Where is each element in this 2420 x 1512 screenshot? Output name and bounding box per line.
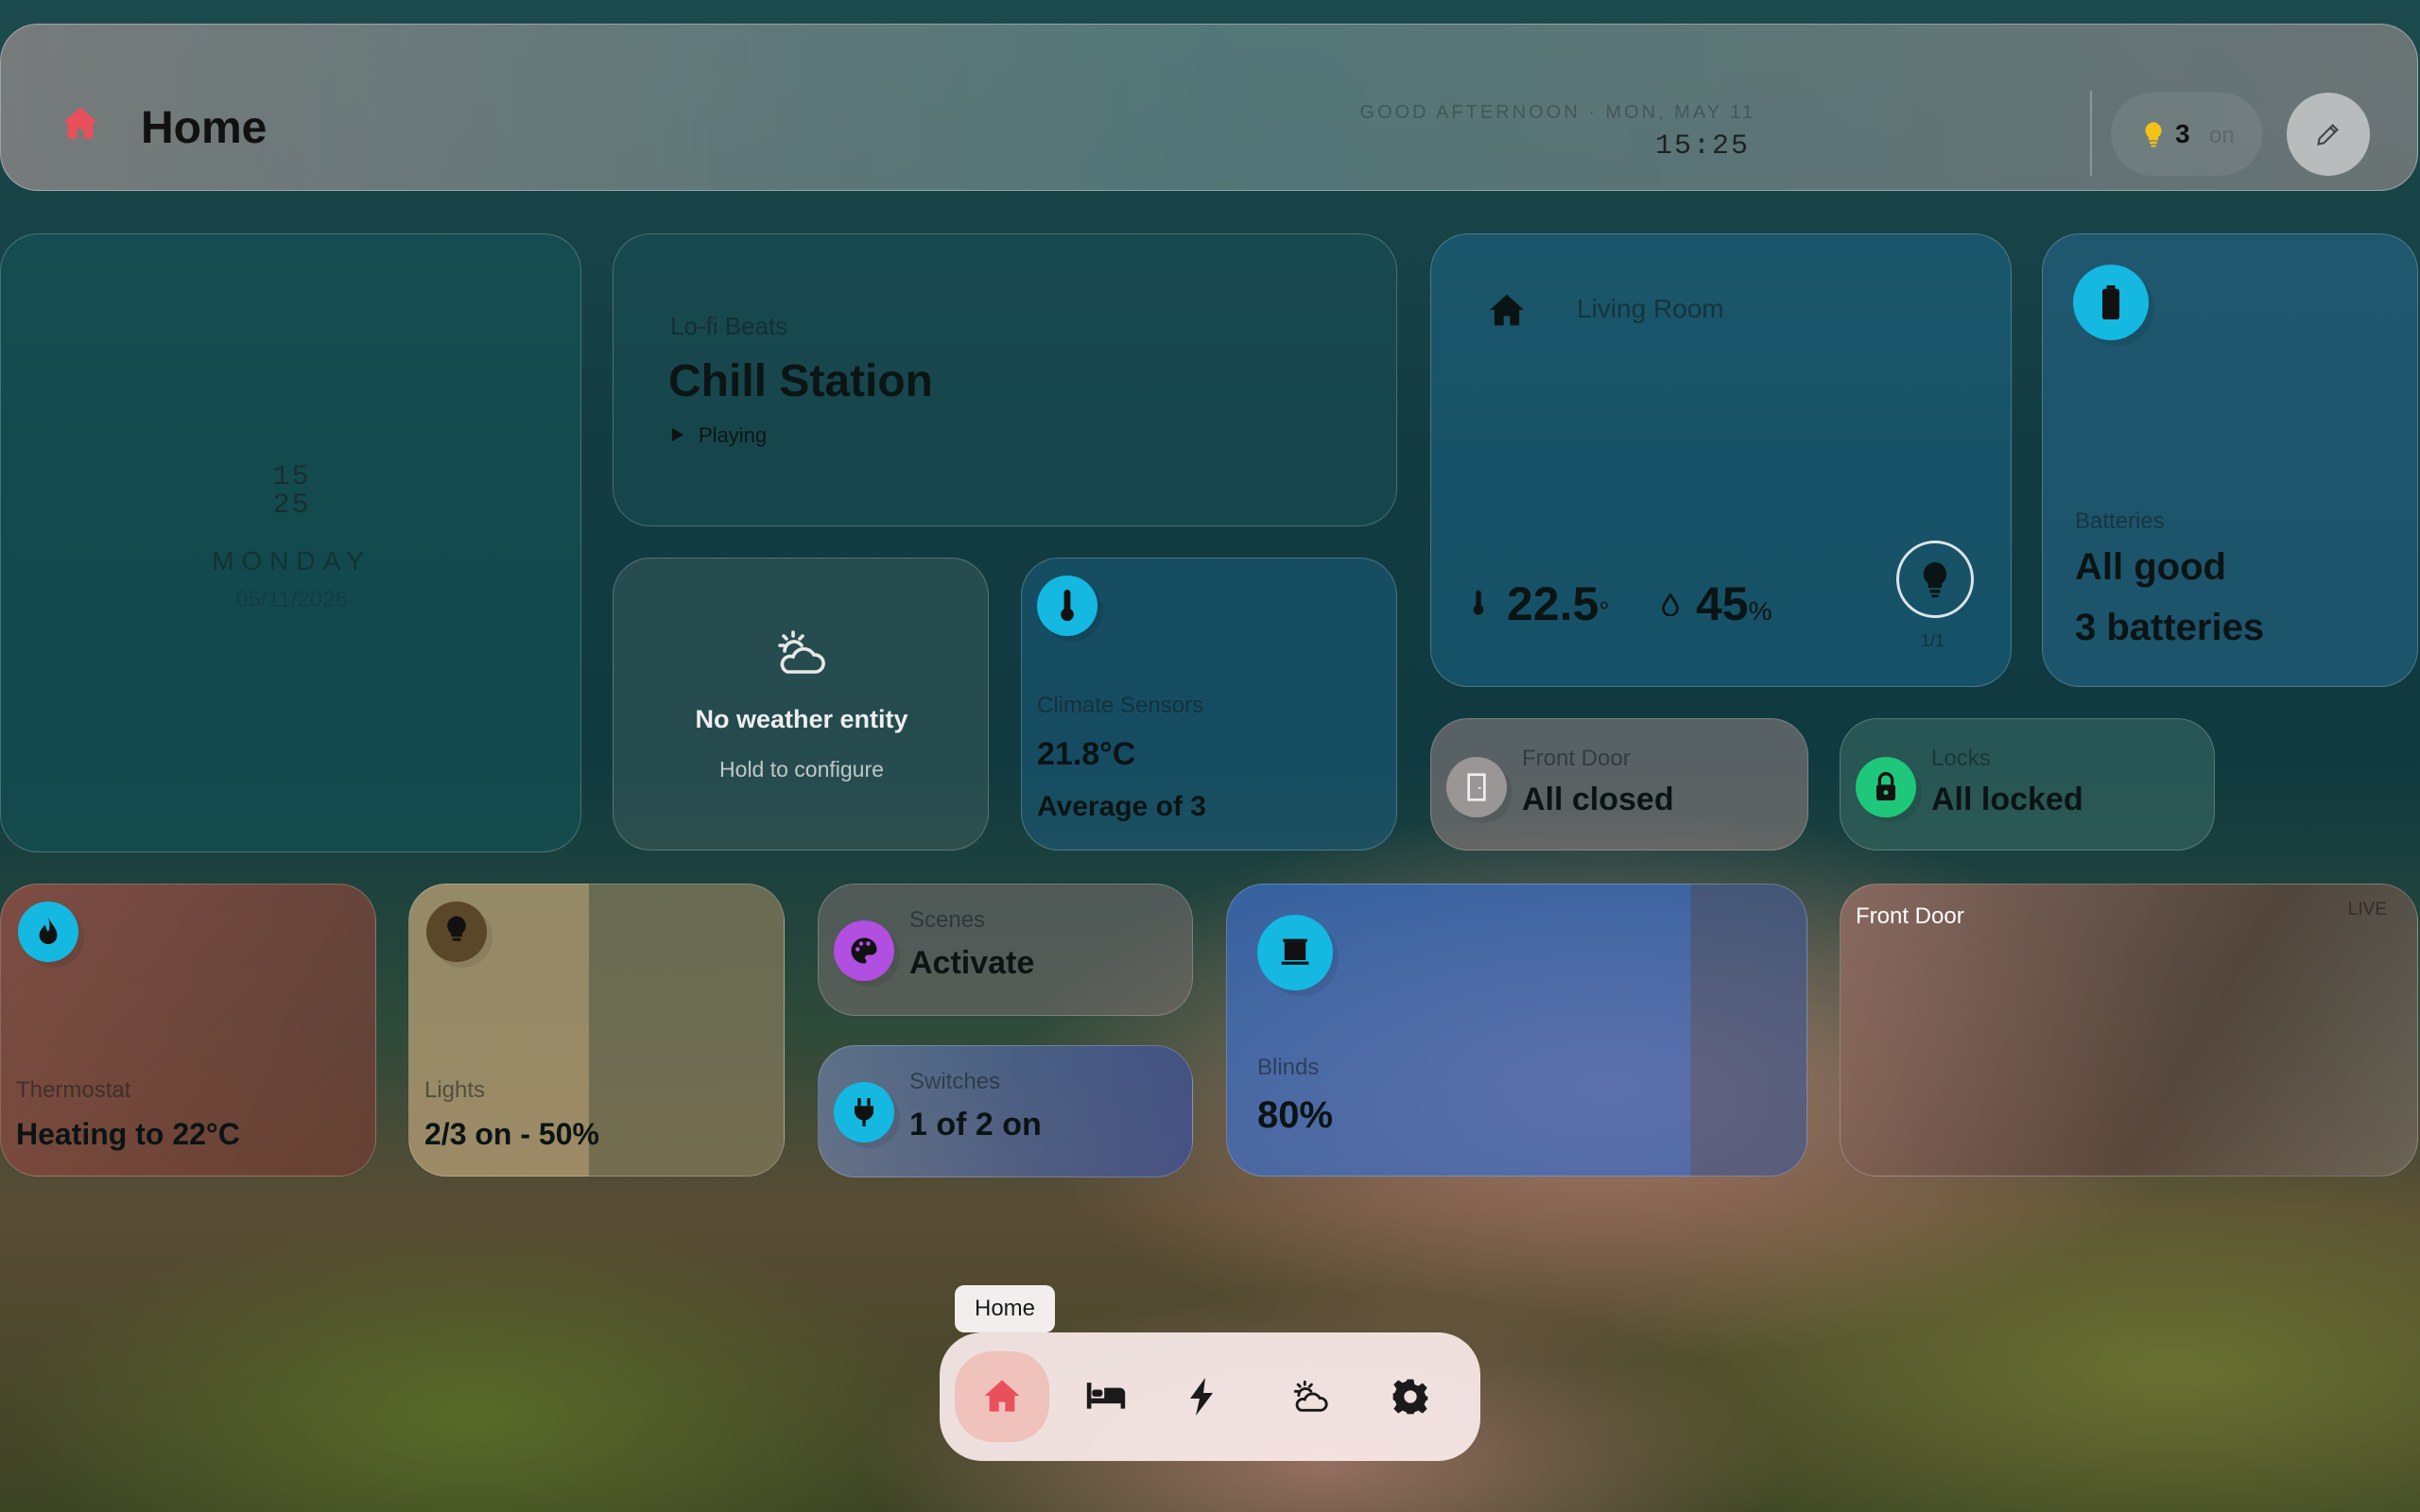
lights-value: 2/3 on - 50% <box>424 1117 599 1151</box>
door-icon <box>1446 757 1507 817</box>
blinds-card[interactable]: Blinds 80% <box>1226 884 1807 1177</box>
room-light-toggle[interactable] <box>1896 541 1974 618</box>
bulb-icon <box>426 902 487 962</box>
lights-card[interactable]: Lights 2/3 on - 50% <box>408 884 785 1177</box>
lightning-icon <box>1190 1378 1213 1416</box>
thermostat-value: Heating to 22°C <box>16 1117 240 1151</box>
climate-sensors-card[interactable]: Climate Sensors 21.8°C Average of 3 <box>1021 558 1397 850</box>
greeting-text: GOOD AFTERNOON · MON, MAY 11 <box>1359 102 1755 123</box>
gear-icon <box>1392 1379 1428 1415</box>
header-clock: 15:25 <box>1654 130 1750 163</box>
live-badge: LIVE <box>2347 900 2387 919</box>
weather-title: No weather entity <box>695 705 908 733</box>
nav-energy-button[interactable] <box>1159 1351 1253 1442</box>
palette-icon <box>834 920 894 981</box>
living-room-card[interactable]: Living Room 22.5° 45% 1/1 <box>1430 233 2012 687</box>
header-bar: Home GOOD AFTERNOON · MON, MAY 11 15:25 … <box>0 24 2418 191</box>
play-icon <box>672 428 683 441</box>
front-door-card[interactable]: Front Door All closed <box>1430 718 1808 850</box>
locks-value: All locked <box>1931 782 2083 817</box>
weather-subtitle: Hold to configure <box>719 757 884 782</box>
blinds-value: 80% <box>1257 1094 1334 1136</box>
climate-detail: Average of 3 <box>1037 791 1206 822</box>
partly-cloudy-icon <box>778 630 825 674</box>
battery-icon <box>2073 265 2149 340</box>
media-player-card[interactable]: Lo-fi Beats Chill Station Playing <box>613 233 1397 526</box>
nav-settings-button[interactable] <box>1363 1351 1458 1442</box>
page-title: Home <box>141 103 268 153</box>
media-state: Playing <box>699 423 768 447</box>
house-icon <box>1490 294 1524 326</box>
home-icon <box>984 1380 1020 1412</box>
lights-on-suffix: on <box>2209 123 2235 148</box>
bottom-nav-bar <box>940 1332 1480 1461</box>
flame-icon <box>18 902 78 962</box>
nav-home-button[interactable] <box>955 1351 1049 1442</box>
blinds-icon <box>1257 915 1333 990</box>
batteries-status: All good <box>2075 546 2226 588</box>
switches-value: 1 of 2 on <box>909 1107 1042 1143</box>
room-temperature: 22.5° <box>1507 577 1610 630</box>
bulb-icon <box>2145 122 2162 147</box>
front-door-label: Front Door <box>1522 746 1631 771</box>
lights-on-count: 3 <box>2175 119 2190 148</box>
clock-weekday: MONDAY <box>212 546 372 576</box>
nav-weather-button[interactable] <box>1261 1351 1356 1442</box>
bulb-icon <box>1923 561 1947 598</box>
humidity-icon <box>1662 593 1679 616</box>
batteries-card[interactable]: Batteries All good 3 batteries <box>2042 233 2418 687</box>
switches-card[interactable]: Switches 1 of 2 on <box>818 1045 1193 1177</box>
weather-card[interactable]: No weather entity Hold to configure <box>613 558 989 850</box>
climate-label: Climate Sensors <box>1037 693 1204 718</box>
media-source: Lo-fi Beats <box>670 312 788 340</box>
clock-hour: 15 <box>272 461 311 493</box>
nav-tooltip: Home <box>955 1285 1055 1332</box>
pencil-icon <box>2317 124 2339 146</box>
lights-on-pill[interactable]: 3 on <box>2111 93 2262 176</box>
room-lights-count: 1/1 <box>1921 631 1945 650</box>
batteries-label: Batteries <box>2075 508 2165 534</box>
scenes-card[interactable]: Scenes Activate <box>818 884 1193 1016</box>
climate-value: 21.8°C <box>1037 736 1136 772</box>
lock-icon <box>1856 757 1916 817</box>
header-divider <box>2090 91 2092 176</box>
edit-button[interactable] <box>2287 93 2370 176</box>
partly-cloudy-icon <box>1293 1380 1328 1412</box>
thermometer-icon <box>1473 590 1484 615</box>
room-name: Living Room <box>1577 294 1724 323</box>
locks-label: Locks <box>1931 746 1991 771</box>
nav-bedroom-button[interactable] <box>1057 1351 1151 1442</box>
thermostat-label: Thermostat <box>16 1077 131 1103</box>
plug-icon <box>834 1082 894 1143</box>
batteries-count: 3 batteries <box>2075 607 2265 648</box>
room-humidity: 45% <box>1696 577 1772 630</box>
locks-card[interactable]: Locks All locked <box>1840 718 2215 850</box>
clock-date: 05/11/2026 <box>235 587 348 612</box>
clock-card[interactable]: 15 25 MONDAY 05/11/2026 <box>0 233 581 852</box>
thermostat-card[interactable]: Thermostat Heating to 22°C <box>0 884 376 1177</box>
front-door-camera-card[interactable]: Front Door LIVE <box>1840 884 2418 1177</box>
lights-label: Lights <box>424 1077 486 1103</box>
camera-title: Front Door <box>1856 903 1964 929</box>
home-icon[interactable] <box>61 105 99 141</box>
scenes-label: Scenes <box>909 907 986 933</box>
bed-icon <box>1086 1383 1126 1409</box>
thermometer-icon <box>1037 576 1098 636</box>
clock-minute: 25 <box>272 490 311 522</box>
media-title: Chill Station <box>668 356 933 406</box>
front-door-value: All closed <box>1522 782 1674 817</box>
blinds-label: Blinds <box>1257 1055 1320 1080</box>
scenes-value: Activate <box>909 945 1035 981</box>
switches-label: Switches <box>909 1069 1001 1094</box>
